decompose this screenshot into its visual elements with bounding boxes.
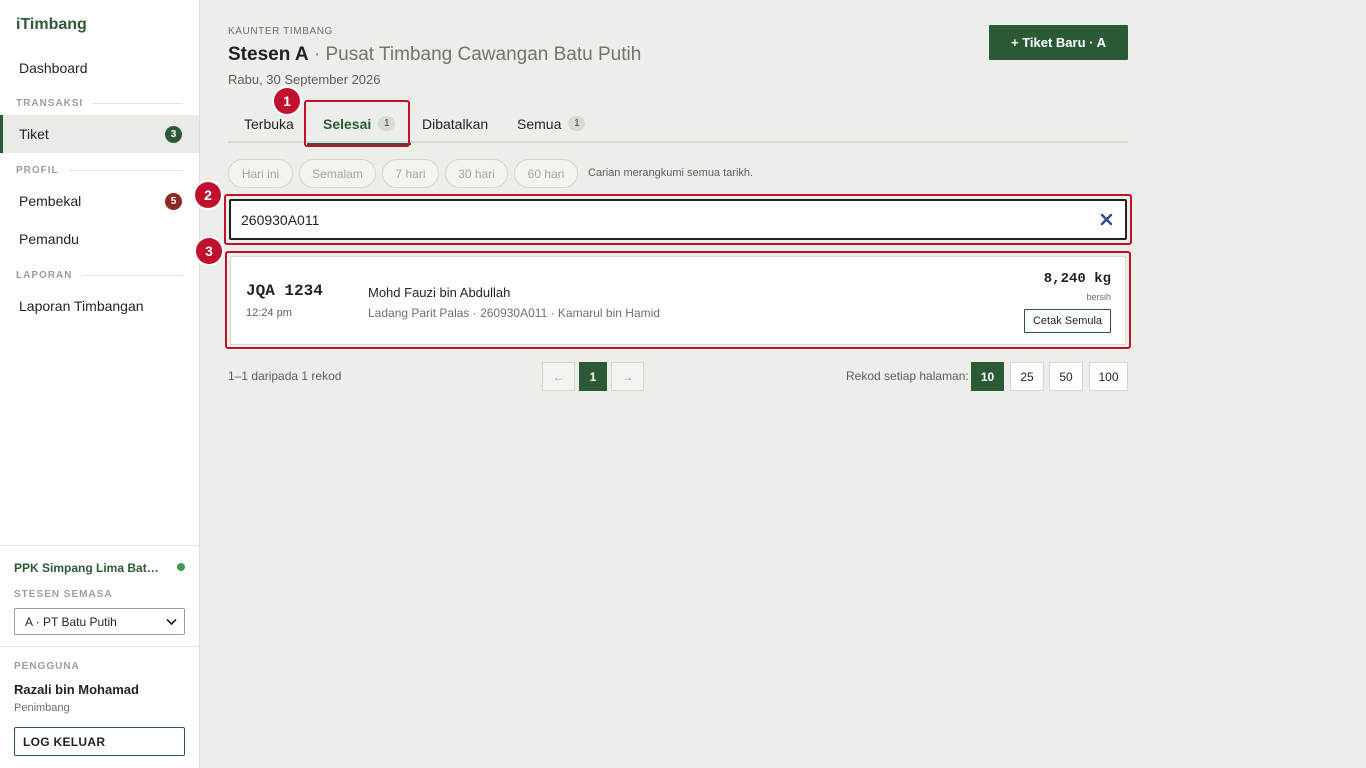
sidebar-item-pemandu[interactable]: Pemandu	[0, 220, 199, 258]
tab-semua[interactable]: Semua 1	[517, 104, 586, 143]
logout-button[interactable]: LOG KELUAR	[14, 727, 185, 756]
app-logo[interactable]: iTimbang	[16, 16, 87, 34]
divider	[93, 103, 183, 104]
tab-label: Semua	[517, 115, 562, 132]
record-count: 1–1 daripada 1 rekod	[228, 369, 342, 383]
per-page-option-25[interactable]: 25	[1010, 362, 1044, 391]
divider	[82, 275, 183, 276]
per-page-label: Rekod setiap halaman:	[846, 369, 969, 383]
page-button-current[interactable]: 1	[579, 362, 607, 391]
page-date: Rabu, 30 September 2026	[228, 72, 381, 87]
section-label-text: TRANSAKSI	[16, 98, 84, 109]
search-scope-note: Carian merangkumi semua tarikh.	[588, 167, 754, 179]
annotation-marker-2: 2	[195, 182, 221, 208]
sidebar-item-pembekal[interactable]: Pembekal 5	[0, 182, 199, 220]
filter-chip-7-days[interactable]: 7 hari	[382, 159, 439, 188]
tab-selesai[interactable]: Selesai 1	[307, 104, 412, 145]
organization-name: PPK Simpang Lima Batu Putih	[14, 561, 166, 575]
next-page-button[interactable]: →	[611, 362, 644, 391]
tab-label: Selesai	[323, 115, 372, 132]
station-name: Stesen A	[228, 44, 309, 65]
divider	[68, 170, 183, 171]
sidebar-item-laporan-timbangan[interactable]: Laporan Timbangan	[0, 287, 199, 325]
tab-count-badge: 1	[568, 116, 586, 131]
ticket-time: 12:24 pm	[246, 307, 292, 319]
section-label-text: LAPORAN	[16, 270, 73, 281]
section-label-text: PROFIL	[16, 165, 59, 176]
user-label: PENGGUNA	[14, 661, 80, 672]
tab-label: Dibatalkan	[422, 115, 489, 132]
filter-chip-today[interactable]: Hari ini	[228, 159, 293, 188]
net-weight: 8,240 kg	[1043, 271, 1111, 287]
station-subtitle: Pusat Timbang Cawangan Batu Putih	[325, 44, 642, 65]
ticket-result-row[interactable]: JQA 1234 12:24 pm Mohd Fauzi bin Abdulla…	[230, 256, 1126, 345]
ticket-tabs: Terbuka Selesai 1 Dibatalkan Semua 1	[228, 104, 1128, 145]
page-title: Stesen A · Pusat Timbang Cawangan Batu P…	[228, 44, 641, 66]
sidebar: iTimbang Dashboard TRANSAKSI Tiket 3 PRO…	[0, 0, 200, 768]
tab-dibatalkan[interactable]: Dibatalkan	[422, 104, 488, 143]
count-badge: 5	[165, 193, 182, 210]
ticket-search-field[interactable]	[229, 199, 1127, 240]
section-label-transaksi: TRANSAKSI	[16, 98, 183, 109]
sidebar-item-label: Pembekal	[19, 193, 82, 209]
vehicle-plate: JQA 1234	[246, 282, 323, 300]
organization-panel: PPK Simpang Lima Batu Putih STESEN SEMAS…	[0, 545, 199, 635]
section-label-profil: PROFIL	[16, 165, 183, 176]
sidebar-item-label: Laporan Timbangan	[19, 298, 144, 314]
station-label: STESEN SEMASA	[14, 589, 113, 600]
net-weight-label: bersih	[1086, 292, 1111, 302]
section-label-laporan: LAPORAN	[16, 270, 183, 281]
per-page-option-10[interactable]: 10	[971, 362, 1004, 391]
per-page-option-100[interactable]: 100	[1089, 362, 1128, 391]
filter-chip-30-days[interactable]: 30 hari	[445, 159, 508, 188]
chevron-down-icon	[166, 618, 177, 626]
prev-page-button[interactable]: ←	[542, 362, 575, 391]
reprint-button[interactable]: Cetak Semula	[1024, 309, 1111, 333]
ticket-meta: Ladang Parit Palas · 260930A011 · Kamaru…	[368, 306, 660, 320]
sidebar-item-dashboard[interactable]: Dashboard	[0, 49, 199, 87]
tab-count-badge: 1	[378, 116, 396, 131]
online-status-dot	[177, 563, 185, 571]
station-select[interactable]: A · PT Batu Putih	[14, 608, 185, 635]
sidebar-item-label: Pemandu	[19, 231, 79, 247]
tab-label: Terbuka	[244, 115, 294, 132]
sidebar-item-tiket[interactable]: Tiket 3	[0, 115, 199, 153]
annotation-marker-3: 3	[196, 238, 222, 264]
user-panel: PENGGUNA Razali bin Mohamad Penimbang LO…	[0, 646, 199, 768]
new-ticket-button[interactable]: + Tiket Baru · A	[989, 25, 1128, 60]
user-name: Razali bin Mohamad	[14, 682, 139, 697]
driver-name: Mohd Fauzi bin Abdullah	[368, 285, 511, 300]
title-separator: ·	[308, 44, 326, 65]
station-select-value: A · PT Batu Putih	[25, 614, 117, 629]
annotation-marker-1: 1	[274, 88, 300, 114]
close-icon[interactable]	[1100, 213, 1113, 226]
user-role: Penimbang	[14, 702, 70, 714]
filter-chip-60-days[interactable]: 60 hari	[514, 159, 578, 188]
count-badge: 3	[165, 126, 182, 143]
filter-chip-yesterday[interactable]: Semalam	[299, 159, 376, 188]
per-page-option-50[interactable]: 50	[1049, 362, 1083, 391]
sidebar-item-label: Tiket	[19, 126, 49, 142]
page-kicker: KAUNTER TIMBANG	[228, 26, 333, 37]
search-input[interactable]	[241, 211, 1061, 228]
